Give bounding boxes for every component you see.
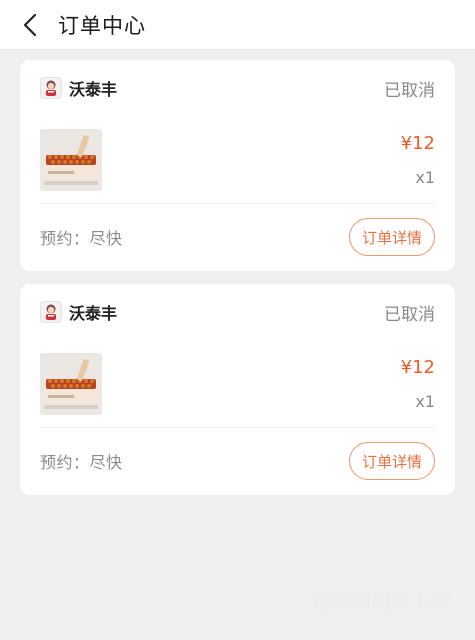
order-item[interactable]: ¥12 x1 — [40, 116, 435, 204]
order-card-footer: 预约：尽快 订单详情 — [40, 428, 435, 494]
order-card[interactable]: 沃泰丰 已取消 ¥12 x1 预约：尽快 订单详情 — [20, 284, 455, 495]
reservation-time: 预约：尽快 — [40, 453, 123, 472]
order-item[interactable]: ¥12 x1 — [40, 340, 435, 428]
quantity: x1 — [415, 167, 435, 187]
shop-name: 沃泰丰 — [69, 80, 118, 99]
order-list: 沃泰丰 已取消 ¥12 x1 预约：尽快 订单详情 沃泰丰 已取消 ¥12 x1… — [0, 50, 475, 495]
product-image[interactable] — [40, 352, 102, 415]
order-status: 已取消 — [384, 304, 435, 325]
reservation-time: 预约：尽快 — [40, 229, 123, 248]
shop-logo — [40, 77, 62, 99]
shop-name: 沃泰丰 — [69, 304, 118, 323]
order-card-footer: 预约：尽快 订单详情 — [40, 204, 435, 270]
order-card-header: 沃泰丰 已取消 — [40, 284, 435, 340]
shop-logo — [40, 301, 62, 323]
order-card[interactable]: 沃泰丰 已取消 ¥12 x1 预约：尽快 订单详情 — [20, 60, 455, 271]
page-title: 订单中心 — [58, 13, 146, 38]
order-status: 已取消 — [384, 80, 435, 101]
chevron-left-icon[interactable] — [14, 9, 46, 41]
order-details-button[interactable]: 订单详情 — [349, 218, 435, 256]
quantity: x1 — [415, 391, 435, 411]
watermark: 百姓网用户上传 — [310, 591, 451, 613]
order-card-header: 沃泰丰 已取消 — [40, 60, 435, 116]
order-details-button[interactable]: 订单详情 — [349, 442, 435, 480]
product-image[interactable] — [40, 128, 102, 191]
shop-info[interactable]: 沃泰丰 — [40, 300, 117, 324]
top-nav-bar: 订单中心 — [0, 0, 475, 50]
price: ¥12 — [400, 356, 435, 378]
price: ¥12 — [400, 132, 435, 154]
shop-info[interactable]: 沃泰丰 — [40, 76, 117, 100]
